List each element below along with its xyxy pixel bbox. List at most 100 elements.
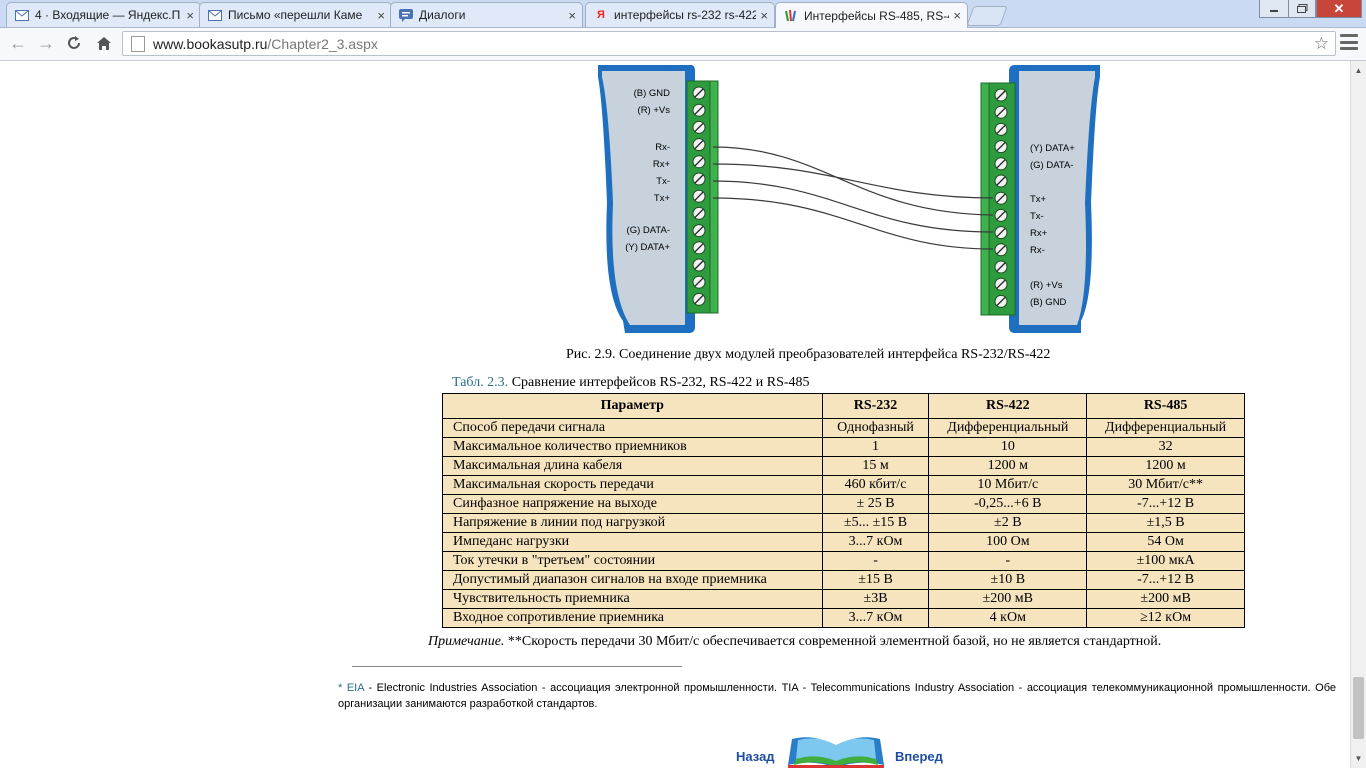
bookmark-star-icon[interactable]: ☆ xyxy=(1314,34,1329,54)
prev-page-link[interactable]: Назад xyxy=(736,749,775,764)
close-icon[interactable]: × xyxy=(568,8,576,23)
left-label-rx-plus: Rx+ xyxy=(653,159,671,170)
table-cell-parameter: Синфазное напряжение на выходе xyxy=(442,494,823,514)
close-icon[interactable]: × xyxy=(377,8,385,23)
maximize-button[interactable] xyxy=(1288,0,1316,18)
wiring-diagram: (B) GND (R) +Vs Rx- Rx+ Tx- Tx+ (G) DATA… xyxy=(598,65,1100,333)
page-content: (B) GND (R) +Vs Rx- Rx+ Tx- Tx+ (G) DATA… xyxy=(0,61,1350,768)
header-rs232: RS-232 xyxy=(821,393,930,419)
tab-title: 4 · Входящие — Яндекс.П xyxy=(35,8,181,22)
scroll-thumb[interactable] xyxy=(1353,677,1364,739)
left-label-data-minus: (G) DATA- xyxy=(627,225,670,236)
table-cell-value: 1200 м xyxy=(1086,456,1245,476)
table-cell-value: Дифференциальный xyxy=(1086,418,1245,438)
minimize-button[interactable] xyxy=(1259,0,1289,18)
left-label-rx-minus: Rx- xyxy=(655,142,670,153)
close-icon[interactable]: × xyxy=(186,8,194,23)
right-label-data-minus: (G) DATA- xyxy=(1030,160,1073,171)
chat-icon xyxy=(399,8,413,22)
scroll-up-icon[interactable]: ▲ xyxy=(1351,63,1366,78)
table-row: Напряжение в линии под нагрузкой ±5... ±1… xyxy=(442,513,1245,533)
header-rs485: RS-485 xyxy=(1086,393,1245,419)
table-cell-parameter: Напряжение в линии под нагрузкой xyxy=(442,513,823,533)
right-label-tx-plus: Tx+ xyxy=(1030,194,1047,205)
wire-tx-plus xyxy=(712,197,994,250)
table-row: Чувствительность приемника ±3В ±200 мВ ±200… xyxy=(442,589,1245,609)
table-cell-value: ±15 В xyxy=(821,570,930,590)
book-logo-icon xyxy=(788,737,884,768)
browser-toolbar: ← → www.bookasutp.ru/Chapter2_3.aspx ☆ xyxy=(0,28,1366,61)
table-cell-value: 4 кОм xyxy=(928,608,1088,628)
next-page-link[interactable]: Вперед xyxy=(895,749,943,764)
menu-icon[interactable] xyxy=(1340,34,1358,50)
table-cell-value: 3...7 кОм xyxy=(821,532,930,552)
table-header-row: Параметр RS-232 RS-422 RS-485 xyxy=(442,393,1245,419)
table-cell-value: ±100 мкА xyxy=(1086,551,1245,571)
table-cell-value: ± 25 В xyxy=(821,494,930,514)
table-cell-value: 1200 м xyxy=(928,456,1088,476)
vertical-scrollbar[interactable]: ▲ ▼ xyxy=(1350,61,1366,768)
window-close-button[interactable]: ✕ xyxy=(1316,0,1362,18)
reload-button[interactable] xyxy=(62,31,86,55)
close-icon[interactable]: × xyxy=(760,8,768,23)
table-cell-value: 3...7 кОм xyxy=(821,608,930,628)
wire-rx-plus xyxy=(712,163,994,199)
home-button[interactable] xyxy=(92,31,116,55)
table-cell-value: ±5... ±15 В xyxy=(821,513,930,533)
table-caption-label: Табл. 2.3. xyxy=(452,375,509,390)
right-label-tx-minus: Tx- xyxy=(1030,211,1044,222)
footnote-mark: * EIA xyxy=(338,682,364,694)
tab-current[interactable]: Интерфейсы RS-485, RS-4 × xyxy=(775,2,968,28)
scroll-down-icon[interactable]: ▼ xyxy=(1351,751,1366,766)
table-cell-parameter: Максимальное количество приемников xyxy=(442,437,823,457)
right-label-rx-plus: Rx+ xyxy=(1030,228,1048,239)
page-icon xyxy=(131,35,145,52)
table-cell-value: ±200 мВ xyxy=(1086,589,1245,609)
header-parameter: Параметр xyxy=(442,393,823,419)
right-label-vs: (R) +Vs xyxy=(1030,280,1063,291)
table-cell-parameter: Ток утечки в "третьем" состоянии xyxy=(442,551,823,571)
table-cell-value: ±3В xyxy=(821,589,930,609)
table-caption-text: Сравнение интерфейсов RS-232, RS-422 и R… xyxy=(511,375,810,390)
table-cell-value: -7...+12 В xyxy=(1086,494,1245,514)
wires xyxy=(712,146,994,250)
table-cell-value: 15 м xyxy=(821,456,930,476)
table-cell-parameter: Импеданс нагрузки xyxy=(442,532,823,552)
note-text: **Скорость передачи 30 Мбит/с обеспечива… xyxy=(504,634,1162,649)
new-tab-button[interactable] xyxy=(966,6,1008,26)
tab-yandex-search[interactable]: Я интерфейсы rs-232 rs-422 × xyxy=(585,2,775,27)
table-cell-value: -7...+12 В xyxy=(1086,570,1245,590)
footnote: * EIA - Electronic Industries Associatio… xyxy=(338,680,1336,712)
table-cell-parameter: Входное сопротивление приемника xyxy=(442,608,823,628)
left-label-data-plus: (Y) DATA+ xyxy=(625,242,670,253)
address-bar[interactable]: www.bookasutp.ru/Chapter2_3.aspx ☆ xyxy=(122,31,1336,56)
table-cell-value: -0,25...+6 В xyxy=(928,494,1088,514)
note-label: Примечание. xyxy=(428,634,505,649)
left-label-gnd: (B) GND xyxy=(634,88,671,99)
tab-dialogs[interactable]: Диалоги × xyxy=(390,2,583,27)
table-cell-value: Однофазный xyxy=(821,418,930,438)
back-button[interactable]: ← xyxy=(6,31,30,55)
right-label-rx-minus: Rx- xyxy=(1030,245,1045,256)
table-cell-parameter: Допустимый диапазон сигналов на входе пр… xyxy=(442,570,823,590)
wire-tx-minus xyxy=(712,180,994,233)
home-icon xyxy=(97,36,111,50)
tab-inbox[interactable]: 4 · Входящие — Яндекс.П × xyxy=(6,2,201,27)
tab-title: Диалоги xyxy=(419,8,466,22)
footnote-text: - Electronic Industries Association - ас… xyxy=(338,682,1336,710)
table-cell-parameter: Способ передачи сигнала xyxy=(442,418,823,438)
table-cell-value: Дифференциальный xyxy=(928,418,1088,438)
table-row: Ток утечки в "третьем" состоянии - - ±100 м… xyxy=(442,551,1245,571)
site-icon xyxy=(784,9,798,23)
table-cell-value: - xyxy=(928,551,1088,571)
forward-button[interactable]: → xyxy=(34,31,58,55)
table-cell-value: 10 xyxy=(928,437,1088,457)
tab-title: интерфейсы rs-232 rs-422 xyxy=(614,8,757,22)
table-cell-parameter: Чувствительность приемника xyxy=(442,589,823,609)
table-cell-value: 1 xyxy=(821,437,930,457)
tab-letter[interactable]: Письмо «перешли Каме × xyxy=(199,2,392,27)
right-label-data-plus: (Y) DATA+ xyxy=(1030,143,1075,154)
right-label-gnd: (B) GND xyxy=(1030,297,1067,308)
table-row: Входное сопротивление приемника 3...7 кОм… xyxy=(442,608,1245,628)
close-icon[interactable]: × xyxy=(953,8,961,23)
